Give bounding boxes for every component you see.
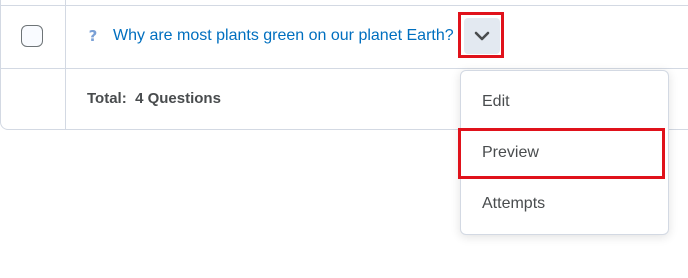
menu-item-preview[interactable]: Preview — [482, 142, 539, 164]
question-title-link[interactable]: Why are most plants green on our planet … — [113, 25, 454, 47]
menu-item-edit[interactable]: Edit — [482, 91, 510, 113]
column-divider — [65, 0, 66, 130]
menu-item-attempts[interactable]: Attempts — [482, 193, 545, 215]
question-list-stage: ? Why are most plants green on our plane… — [0, 0, 688, 278]
table-top-border — [1, 5, 688, 6]
question-actions-button[interactable] — [464, 18, 500, 54]
question-mark-icon: ? — [88, 27, 98, 45]
question-context-menu: Edit Preview Attempts — [460, 70, 669, 235]
chevron-down-icon — [474, 31, 490, 41]
total-questions: Total: 4 Questions — [87, 89, 221, 109]
row-select-checkbox[interactable] — [21, 25, 43, 47]
total-value: 4 Questions — [135, 90, 221, 107]
row-divider — [1, 68, 688, 69]
total-label: Total: — [87, 90, 127, 107]
